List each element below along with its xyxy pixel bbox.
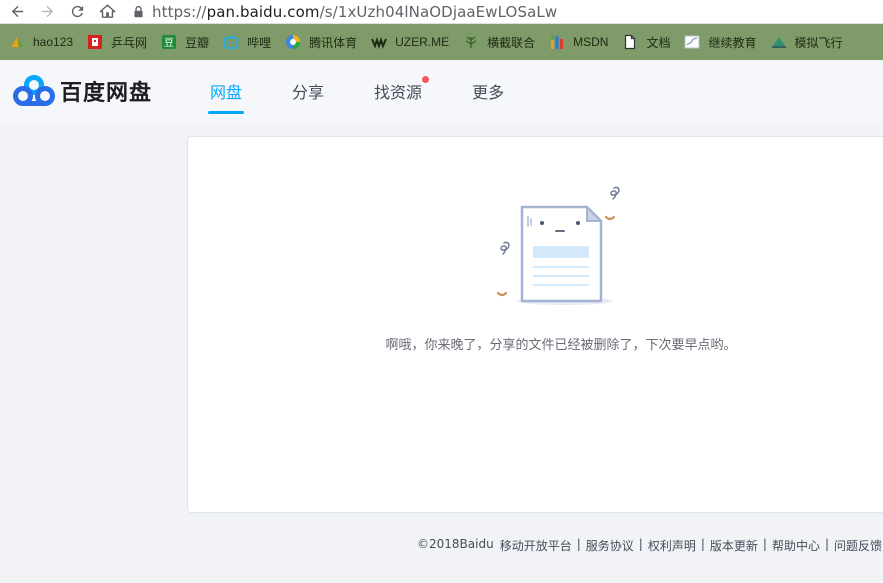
tencent-sports-icon xyxy=(285,34,301,50)
footer-separator: | xyxy=(762,537,767,551)
arrow-left-icon xyxy=(11,5,23,18)
copyright: ©2018Baidu xyxy=(417,537,494,551)
tab-netdisk[interactable]: 网盘 xyxy=(208,60,245,122)
main-nav: 网盘 分享 找资源 更多 xyxy=(208,60,554,122)
footer-link-open-platform[interactable]: 移动开放平台 xyxy=(500,537,572,554)
footer-link-service-agreement[interactable]: 服务协议 xyxy=(586,537,634,554)
url-path: /s/1xUzh04lNaODjaaEwLOSaLw xyxy=(319,2,558,21)
bookmark-label: 模拟飞行 xyxy=(794,35,843,50)
bookmark-pingpang[interactable]: 乒乓网 xyxy=(82,30,152,54)
forward-button[interactable] xyxy=(32,0,62,24)
tab-label: 找资源 xyxy=(374,83,423,102)
bookmark-document[interactable]: 文档 xyxy=(617,30,675,54)
site-header: 百度网盘 网盘 分享 找资源 更多 xyxy=(0,60,883,122)
education-icon xyxy=(684,34,700,50)
bookmark-douban[interactable]: 豆 豆瓣 xyxy=(156,30,214,54)
bookmark-label: UZER.ME xyxy=(395,35,450,49)
footer-separator: | xyxy=(824,537,829,551)
back-button[interactable] xyxy=(2,0,32,24)
bookmark-education[interactable]: 继续教育 xyxy=(679,30,761,54)
baidu-netdisk-logo[interactable]: 百度网盘 xyxy=(13,74,152,108)
arrow-right-icon xyxy=(41,5,53,18)
leaf-icon xyxy=(463,34,479,50)
footer-link-rights-statement[interactable]: 权利声明 xyxy=(648,537,696,554)
bookmark-label: hao123 xyxy=(33,35,74,49)
address-bar-url[interactable]: https://pan.baidu.com/s/1xUzh04lNaODjaaE… xyxy=(152,3,557,21)
bookmark-label: MSDN xyxy=(573,35,609,49)
bookmark-hengjie[interactable]: 横截联合 xyxy=(458,30,540,54)
footer-link-feedback[interactable]: 问题反馈 xyxy=(834,537,882,554)
footer-separator: | xyxy=(576,537,581,551)
svg-text:豆: 豆 xyxy=(164,37,174,49)
tab-label: 分享 xyxy=(292,83,325,102)
bookmark-label: 继续教育 xyxy=(708,35,757,50)
url-scheme: https:// xyxy=(152,2,207,21)
footer: ©2018Baidu 移动开放平台 | 服务协议 | 权利声明 | 版本更新 |… xyxy=(417,537,883,554)
pingpang-icon xyxy=(87,34,103,50)
deleted-file-illustration xyxy=(496,186,620,305)
footer-separator: | xyxy=(638,537,643,551)
empty-state-message: 啊哦，你来晚了，分享的文件已经被删除了，下次要早点哟。 xyxy=(385,338,737,353)
bookmark-tencent-sports[interactable]: 腾讯体育 xyxy=(280,30,362,54)
tab-label: 更多 xyxy=(472,83,505,102)
bookmark-label: 豆瓣 xyxy=(185,35,210,50)
bookmark-label: 乒乓网 xyxy=(111,35,148,50)
uzer-icon xyxy=(371,34,388,50)
lock-icon[interactable] xyxy=(130,4,146,20)
reload-button[interactable] xyxy=(62,0,92,24)
bookmarks-bar: hao123 乒乓网 豆 豆瓣 哔哩 腾讯体育 UZER.ME 横截联合 MSD… xyxy=(0,24,883,60)
document-icon xyxy=(622,34,638,50)
home-button[interactable] xyxy=(92,0,122,24)
bookmark-label: 哔哩 xyxy=(247,35,272,50)
cloud-logo-icon xyxy=(13,75,55,106)
msdn-icon xyxy=(549,34,565,50)
reload-icon xyxy=(71,5,83,18)
douban-icon: 豆 xyxy=(161,34,177,50)
bilibili-icon xyxy=(223,34,239,50)
notification-dot xyxy=(422,76,430,83)
home-icon xyxy=(99,4,115,18)
bookmark-flight[interactable]: 模拟飞行 xyxy=(766,30,848,54)
footer-link-help-center[interactable]: 帮助中心 xyxy=(772,537,820,554)
bookmark-hao123[interactable]: hao123 xyxy=(4,30,78,54)
tab-more[interactable]: 更多 xyxy=(472,60,504,122)
bookmark-label: 腾讯体育 xyxy=(309,35,358,50)
flight-icon xyxy=(771,34,787,50)
tab-share[interactable]: 分享 xyxy=(292,60,324,122)
tab-label: 网盘 xyxy=(210,83,243,102)
browser-toolbar: https://pan.baidu.com/s/1xUzh04lNaODjaaE… xyxy=(0,0,883,24)
bookmark-uzer[interactable]: UZER.ME xyxy=(366,30,454,54)
tab-find-resources[interactable]: 找资源 xyxy=(374,60,430,122)
bookmark-label: 文档 xyxy=(646,35,671,50)
bookmark-bilibili[interactable]: 哔哩 xyxy=(218,30,276,54)
bookmark-label: 横截联合 xyxy=(487,35,536,50)
hao123-icon xyxy=(9,34,25,50)
logo-text: 百度网盘 xyxy=(60,81,153,106)
footer-separator: | xyxy=(700,537,705,551)
footer-link-version-update[interactable]: 版本更新 xyxy=(710,537,758,554)
main-panel: 啊哦，你来晚了，分享的文件已经被删除了，下次要早点哟。 xyxy=(187,136,883,513)
url-host: pan.baidu.com xyxy=(206,2,320,21)
bookmark-msdn[interactable]: MSDN xyxy=(544,30,613,54)
